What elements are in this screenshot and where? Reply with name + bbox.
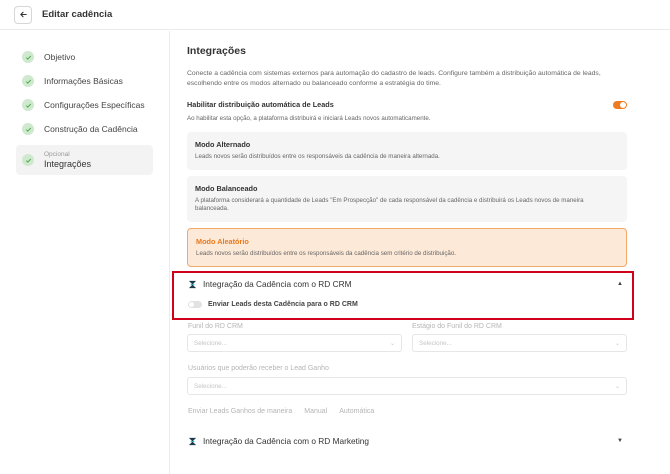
page-title: Editar cadência — [42, 9, 113, 20]
funnel-placeholder: Selecione... — [194, 339, 227, 347]
chevron-down-icon: ⌄ — [614, 383, 620, 390]
check-icon — [22, 51, 34, 63]
send-mode-automatica[interactable]: Automática — [339, 408, 374, 415]
mode-card-aleatorio[interactable]: Modo Aleatório Leads novos serão distrib… — [187, 227, 627, 267]
stage-label: Estágio do Funil do RD CRM — [412, 323, 502, 330]
chevron-down-icon[interactable]: ▼ — [617, 438, 623, 444]
steps-sidebar: Objetivo Informações Básicas Configuraçõ… — [0, 31, 170, 474]
crm-send-toggle[interactable] — [188, 301, 202, 308]
section-title: Integrações — [187, 45, 246, 57]
step-construcao-da-cadencia[interactable]: Construção da Cadência — [16, 117, 153, 141]
step-label: Informações Básicas — [44, 76, 123, 86]
distribution-title: Habilitar distribuição automática de Lea… — [187, 100, 334, 109]
users-label: Usuários que poderão receber o Lead Ganh… — [188, 365, 329, 372]
send-mode-manual[interactable]: Manual — [304, 408, 327, 415]
step-label: Construção da Cadência — [44, 124, 138, 134]
crm-send-label: Enviar Leads desta Cadência para o RD CR… — [208, 301, 358, 308]
stage-select[interactable]: Selecione... ⌄ — [412, 334, 627, 352]
rd-logo-icon — [188, 280, 197, 288]
funnel-label: Funil do RD CRM — [188, 323, 243, 330]
chevron-down-icon: ⌄ — [389, 340, 395, 347]
distribution-row: Habilitar distribuição automática de Lea… — [187, 100, 627, 109]
arrow-left-icon — [19, 11, 27, 18]
step-label: Configurações Específicas — [44, 100, 145, 110]
crm-send-row: Enviar Leads desta Cadência para o RD CR… — [188, 301, 358, 308]
crm-integration-header[interactable]: Integração da Cadência com o RD CRM — [188, 279, 352, 289]
mode-title: Modo Balanceado — [195, 183, 258, 193]
users-placeholder: Selecione... — [194, 382, 227, 390]
check-icon — [22, 99, 34, 111]
mode-description: Leads novos serão distribuídos entre os … — [195, 153, 440, 160]
section-description: Conecte a cadência com sistemas externos… — [187, 70, 601, 87]
top-bar: Editar cadência — [0, 0, 670, 30]
mode-title: Modo Alternado — [195, 140, 251, 149]
optional-label: Opcional — [44, 151, 70, 158]
step-label-stack: Opcional Integrações — [44, 151, 91, 169]
chevron-up-icon[interactable]: ▲ — [617, 281, 623, 287]
send-mode-label: Enviar Leads Ganhos de maneira — [188, 408, 293, 415]
mode-card-balanceado[interactable]: Modo Balanceado A plataforma considerará… — [187, 175, 627, 222]
users-select[interactable]: Selecione... ⌄ — [187, 377, 627, 395]
step-integracoes[interactable]: Opcional Integrações — [16, 145, 153, 175]
stage-placeholder: Selecione... — [419, 339, 452, 347]
marketing-integration-header[interactable]: Integração da Cadência com o RD Marketin… — [188, 436, 369, 446]
check-icon — [22, 154, 34, 166]
mode-card-alternado[interactable]: Modo Alternado Leads novos serão distrib… — [187, 132, 627, 170]
main-content: Integrações Conecte a cadência com siste… — [187, 31, 627, 267]
step-label: Integrações — [44, 159, 92, 169]
distribution-toggle[interactable] — [613, 100, 627, 109]
crm-integration-title: Integração da Cadência com o RD CRM — [203, 279, 352, 289]
mode-description: A plataforma considerará a quantidade de… — [195, 196, 584, 213]
back-button[interactable] — [14, 5, 32, 24]
step-label: Objetivo — [44, 52, 76, 62]
step-informacoes-basicas[interactable]: Informações Básicas — [16, 69, 153, 93]
step-configuracoes-especificas[interactable]: Configurações Específicas — [16, 93, 153, 117]
rd-logo-icon — [188, 437, 197, 445]
funnel-select[interactable]: Selecione... ⌄ — [187, 334, 402, 352]
chevron-down-icon: ⌄ — [614, 340, 620, 347]
mode-title: Modo Aleatório — [196, 236, 249, 246]
check-icon — [22, 75, 34, 87]
marketing-integration-title: Integração da Cadência com o RD Marketin… — [203, 436, 370, 446]
check-icon — [22, 123, 34, 135]
distribution-description: Ao habilitar esta opção, a plataforma di… — [187, 115, 431, 122]
send-mode-row: Enviar Leads Ganhos de maneira Manual Au… — [188, 408, 386, 415]
mode-description: Leads novos serão distribuídos entre os … — [196, 249, 457, 257]
step-objetivo[interactable]: Objetivo — [16, 45, 153, 69]
